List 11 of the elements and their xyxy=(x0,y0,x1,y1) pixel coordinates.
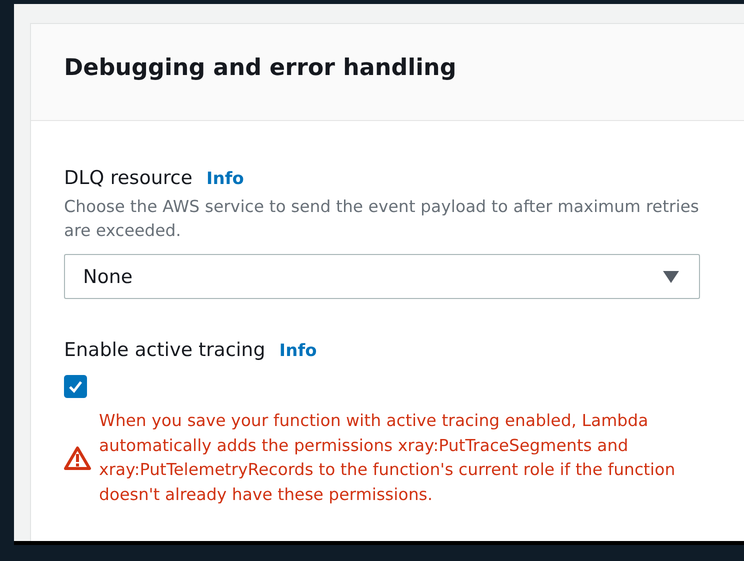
panel-title: Debugging and error handling xyxy=(64,55,456,81)
tracing-checkbox[interactable] xyxy=(64,375,87,398)
warning-icon xyxy=(64,446,91,470)
caret-icon xyxy=(663,270,679,282)
field-description: Choose the AWS service to send the event payload to after maximum retries are exceeded. xyxy=(64,196,700,242)
info-link[interactable]: Info xyxy=(279,341,317,361)
field-label: Enable active tracing xyxy=(64,339,266,361)
dlq-dropdown[interactable]: None xyxy=(64,254,700,299)
info-link[interactable]: Info xyxy=(206,169,244,189)
warning-message: When you save your function with active tracing enabled, Lambda automatically adds the permissions xray:PutTraceSegments and xray:PutTelemetryRecords to the function's current role if the function doesn't already have these permissions. xyxy=(99,410,676,506)
field-label: DLQ resource xyxy=(64,167,192,189)
